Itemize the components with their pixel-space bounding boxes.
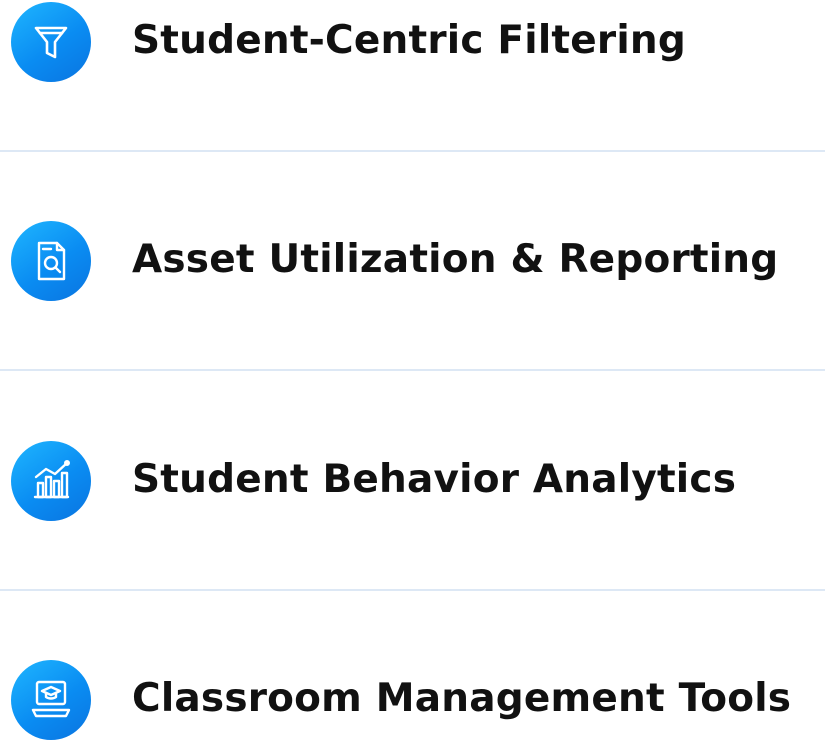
feature-label: Student-Centric Filtering [132,18,686,63]
feature-item-classroom-management-tools[interactable]: Classroom Management Tools [0,658,825,740]
report-search-icon [11,221,91,301]
filter-icon [11,2,91,82]
feature-item-asset-utilization[interactable]: Asset Utilization & Reporting [0,219,825,301]
feature-item-student-centric-filtering[interactable]: Student-Centric Filtering [0,0,825,82]
feature-label: Asset Utilization & Reporting [132,237,779,282]
classroom-laptop-icon [11,660,91,740]
feature-label: Classroom Management Tools [132,676,792,721]
feature-item-student-behavior-analytics[interactable]: Student Behavior Analytics [0,439,825,521]
divider [0,589,825,591]
analytics-chart-icon [11,441,91,521]
divider [0,150,825,152]
feature-label: Student Behavior Analytics [132,457,737,502]
feature-list: Student-Centric Filtering Asset Utilizat… [0,0,825,740]
divider [0,369,825,371]
